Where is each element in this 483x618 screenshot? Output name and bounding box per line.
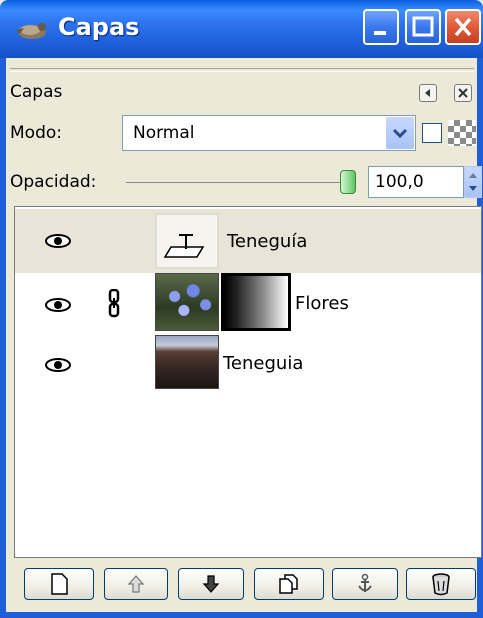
delete-layer-button[interactable] (406, 568, 476, 600)
chain-icon[interactable] (107, 289, 121, 319)
mode-select[interactable]: Normal (122, 115, 416, 151)
layer-row[interactable]: Teneguía (15, 209, 481, 273)
transparency-icon (448, 120, 476, 146)
anchor-layer-button[interactable] (332, 568, 398, 600)
close-icon (454, 17, 472, 37)
maximize-icon (412, 16, 434, 37)
dropdown-button[interactable] (386, 117, 414, 149)
opacity-label: Opacidad: (10, 172, 97, 192)
close-icon (458, 88, 468, 98)
minimize-button[interactable] (363, 9, 399, 45)
panel-close-button[interactable] (454, 84, 472, 102)
preserve-transparency-checkbox[interactable] (422, 123, 442, 143)
layer-row[interactable]: Teneguia (15, 335, 481, 399)
eye-icon[interactable] (45, 298, 71, 312)
raise-layer-button[interactable] (104, 568, 168, 600)
opacity-value: 100,0 (375, 172, 424, 192)
title-bar[interactable]: Capas (0, 0, 483, 58)
chevron-down-icon (392, 128, 408, 139)
window-title: Capas (58, 13, 140, 41)
new-layer-icon (51, 573, 68, 595)
layer-thumbnail (155, 335, 219, 389)
close-button[interactable] (445, 9, 481, 45)
trash-icon (432, 573, 450, 596)
mode-value: Normal (133, 123, 195, 143)
layer-thumbnail (155, 213, 219, 269)
layer-name[interactable]: Flores (295, 293, 349, 314)
text-layer-icon (163, 234, 205, 258)
opacity-slider-handle[interactable] (340, 170, 356, 194)
raise-layer-icon (127, 575, 145, 593)
lower-layer-icon (202, 575, 220, 593)
duplicate-layer-icon (279, 574, 298, 594)
panel-title: Capas (10, 82, 63, 102)
minimize-icon (374, 31, 386, 35)
eye-icon[interactable] (45, 234, 71, 248)
separator (10, 68, 474, 72)
gimp-icon (16, 23, 46, 39)
opacity-spin-button[interactable] (464, 166, 482, 198)
anchor-icon (358, 573, 372, 592)
duplicate-layer-button[interactable] (254, 568, 324, 600)
opacity-input[interactable]: 100,0 (368, 166, 464, 198)
layer-name[interactable]: Teneguia (223, 353, 303, 374)
mode-label: Modo: (10, 123, 62, 143)
maximize-button[interactable] (405, 9, 441, 45)
panel-menu-button[interactable] (419, 84, 437, 102)
layer-name[interactable]: Teneguía (227, 231, 307, 252)
layers-list[interactable]: Teneguía Flores Teneguia (14, 206, 482, 558)
lower-layer-button[interactable] (178, 568, 244, 600)
triangle-left-icon (425, 89, 430, 97)
opacity-slider-track[interactable] (126, 182, 344, 183)
spin-arrows-icon (469, 173, 477, 191)
new-layer-button[interactable] (24, 568, 94, 600)
eye-icon[interactable] (45, 358, 71, 372)
layer-row[interactable]: Flores (15, 273, 481, 337)
layer-thumbnail (155, 273, 219, 331)
layer-mask-thumbnail[interactable] (221, 273, 291, 331)
